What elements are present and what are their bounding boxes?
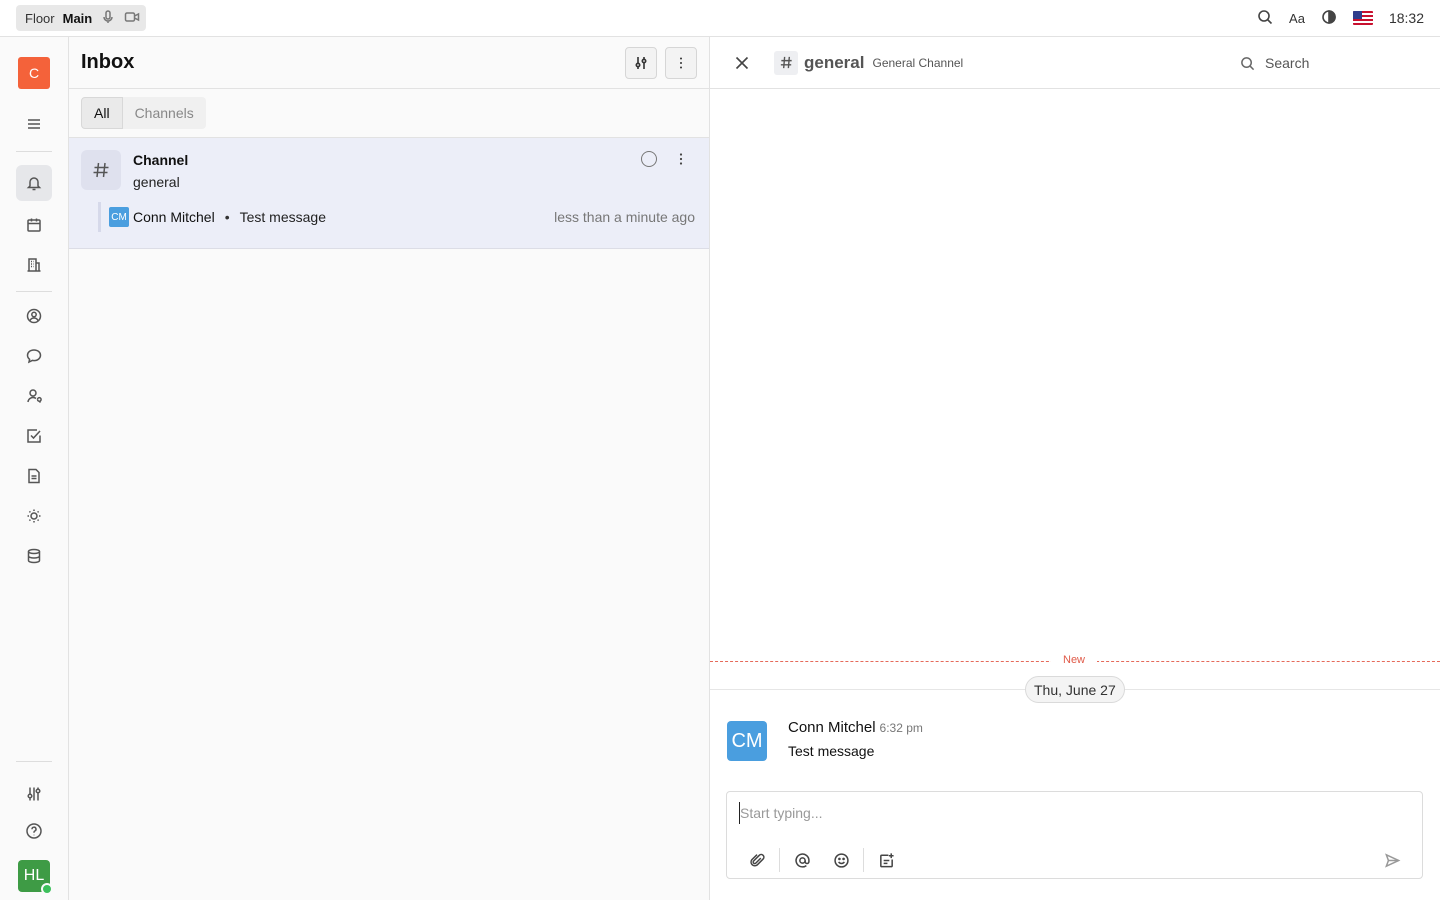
chat-icon[interactable] (16, 338, 52, 374)
online-status-indicator (41, 883, 53, 895)
font-size-button[interactable]: Aa (1289, 11, 1305, 26)
avatar[interactable]: CM (727, 721, 767, 761)
inbox-item-channel-name: general (133, 174, 180, 190)
inbox-item-message: CM Conn Mitchel • Test message less than… (98, 202, 695, 232)
microphone-icon[interactable] (100, 9, 116, 28)
chat-message: CM Conn Mitchel 6:32 pm Test message (727, 719, 1427, 763)
database-icon[interactable] (16, 538, 52, 574)
top-right-controls: Aa 18:32 (1257, 9, 1424, 28)
sun-icon[interactable] (16, 498, 52, 534)
bell-icon[interactable] (16, 165, 52, 201)
avatar: CM (109, 207, 129, 227)
more-vertical-icon (680, 57, 682, 68)
calendar-icon[interactable] (16, 207, 52, 243)
hash-icon (774, 50, 798, 75)
emoji-icon[interactable] (829, 848, 853, 872)
message-text: Test message (788, 743, 875, 759)
more-vertical-icon[interactable] (673, 149, 689, 169)
nav-divider (16, 291, 52, 292)
channel-description: General Channel (872, 55, 964, 70)
inbox-item[interactable]: Channel general CM Conn Mitchel • Test m… (69, 138, 709, 249)
user-avatar[interactable]: HL (18, 860, 53, 895)
video-camera-icon[interactable] (124, 9, 140, 28)
date-badge: Thu, June 27 (1025, 676, 1125, 703)
close-icon[interactable] (730, 51, 754, 75)
message-time: less than a minute ago (554, 209, 695, 225)
inbox-header: Inbox (69, 37, 709, 89)
attach-icon[interactable] (745, 848, 769, 872)
tab-all[interactable]: All (81, 97, 123, 129)
user-initials: HL (23, 867, 45, 884)
left-navigation: C HL (0, 37, 69, 900)
room-label: Main (62, 10, 93, 26)
inbox-item-type: Channel (133, 152, 189, 168)
help-icon[interactable] (16, 813, 52, 849)
channel-name[interactable]: general (804, 53, 864, 73)
channel-search[interactable]: Search (1240, 37, 1309, 89)
message-author[interactable]: Conn Mitchel (788, 719, 876, 736)
sliders-icon (635, 56, 647, 69)
composer-toolbar (745, 848, 898, 872)
nav-divider (16, 761, 52, 762)
contacts-icon[interactable] (16, 298, 52, 334)
inbox-panel: Inbox All Channels Channel general CM Co… (69, 37, 710, 900)
clock: 18:32 (1388, 10, 1424, 26)
workspace-logo[interactable]: C (18, 57, 50, 89)
add-attachment-icon[interactable] (874, 848, 898, 872)
recruit-icon[interactable] (16, 378, 52, 414)
message-input[interactable] (739, 802, 1339, 824)
documents-icon[interactable] (16, 458, 52, 494)
message-preview: Test message (239, 209, 326, 225)
inbox-filter-button[interactable] (625, 46, 657, 79)
us-flag-icon[interactable] (1352, 11, 1373, 25)
message-author: Conn Mitchel (133, 209, 215, 225)
mention-icon[interactable] (790, 848, 814, 872)
new-messages-label: New (1051, 654, 1098, 666)
inbox-title: Inbox (81, 51, 135, 73)
nav-divider (16, 151, 52, 152)
search-label: Search (1265, 55, 1310, 71)
message-composer (726, 791, 1423, 879)
top-bar: Floor Main Aa 18:32 (0, 0, 1440, 37)
channel-panel: general General Channel Search New Thu, … (710, 37, 1440, 900)
tab-channels[interactable]: Channels (122, 97, 206, 129)
search-icon[interactable] (1257, 9, 1273, 28)
mark-read-toggle[interactable] (641, 151, 657, 167)
workspace-room-selector[interactable]: Floor Main (16, 5, 147, 31)
send-icon[interactable] (1380, 848, 1404, 872)
menu-icon[interactable] (16, 106, 52, 142)
message-time: 6:32 pm (879, 721, 923, 735)
inbox-tabs: All Channels (69, 89, 709, 138)
separator-dot: • (224, 209, 230, 225)
tasks-icon[interactable] (16, 418, 52, 454)
channel-hash-icon (81, 150, 121, 190)
toolbar-separator (779, 848, 780, 872)
floor-label: Floor (25, 10, 55, 26)
contrast-icon[interactable] (1321, 9, 1337, 28)
office-icon[interactable] (16, 247, 52, 283)
search-icon (1241, 56, 1255, 70)
channel-header: general General Channel Search (710, 37, 1440, 89)
settings-sliders-icon[interactable] (16, 776, 52, 812)
toolbar-separator (863, 848, 864, 872)
inbox-more-button[interactable] (665, 46, 697, 79)
